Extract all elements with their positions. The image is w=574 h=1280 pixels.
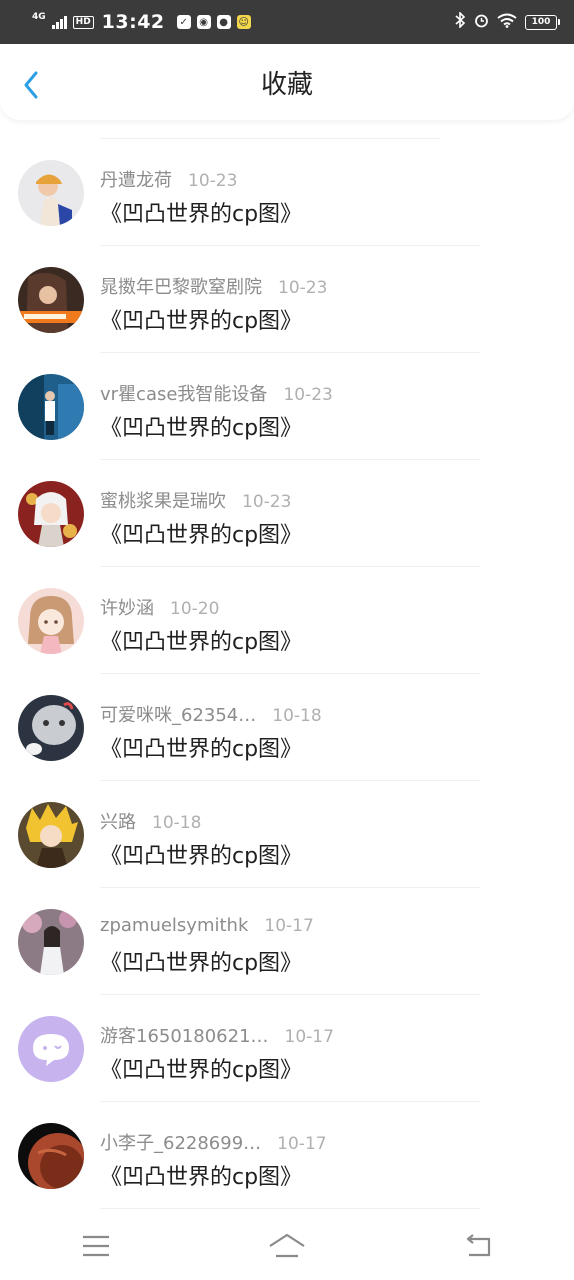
status-time: 13:42 <box>101 11 165 33</box>
chevron-left-icon <box>24 71 38 99</box>
item-title[interactable]: 《凹凸世界的cp图》 <box>100 196 302 228</box>
bluetooth-icon <box>455 11 466 32</box>
avatar[interactable] <box>18 695 84 761</box>
item-date: 10-23 <box>188 171 238 191</box>
wifi-icon <box>497 13 517 32</box>
avatar[interactable] <box>18 267 84 333</box>
item-title[interactable]: 《凹凸世界的cp图》 <box>100 1052 302 1084</box>
network-type: 4G <box>32 11 46 22</box>
game-notification-icon: ◉ <box>196 15 211 29</box>
menu-button[interactable] <box>66 1221 126 1271</box>
app-notification-icon: ☺ <box>236 15 251 29</box>
item-username[interactable]: 丹遭龙荷 <box>100 166 172 192</box>
list-item[interactable]: 兴路 10-18 《凹凸世界的cp图》 <box>0 781 574 888</box>
list-item[interactable]: 可爱咪咪_62354… 10-18 《凹凸世界的cp图》 <box>0 674 574 781</box>
item-date: 10-23 <box>278 278 328 298</box>
home-button[interactable] <box>257 1221 317 1271</box>
list-item[interactable]: 蜜桃浆果是瑞吹 10-23 《凹凸世界的cp图》 <box>0 460 574 567</box>
item-username[interactable]: 晁擞年巴黎歌窒剧院 <box>100 273 262 299</box>
item-date: 10-23 <box>242 492 292 512</box>
item-username[interactable]: 蜜桃浆果是瑞吹 <box>100 487 226 513</box>
item-username[interactable]: 小李子_6228699… <box>100 1129 261 1155</box>
qq-notification-icon: ● <box>216 15 231 29</box>
item-username[interactable]: 游客1650180621… <box>100 1022 269 1048</box>
item-title[interactable]: 《凹凸世界的cp图》 <box>100 517 302 549</box>
avatar[interactable] <box>18 374 84 440</box>
item-title[interactable]: 《凹凸世界的cp图》 <box>100 1159 302 1191</box>
menu-icon <box>82 1235 109 1257</box>
item-date: 10-17 <box>284 1027 334 1047</box>
status-bar: 4G HD 13:42 ✓ ◉ ● ☺ 100 <box>0 0 574 44</box>
item-username[interactable]: zpamuelsymithk <box>100 915 248 936</box>
avatar[interactable] <box>18 160 84 226</box>
list-item[interactable]: zpamuelsymithk 10-17 《凹凸世界的cp图》 <box>0 888 574 995</box>
header: 收藏 <box>0 44 574 120</box>
item-date: 10-18 <box>272 706 322 726</box>
return-icon <box>467 1234 491 1257</box>
item-date: 10-18 <box>152 813 202 833</box>
item-username[interactable]: 兴路 <box>100 808 136 834</box>
list-item[interactable]: 小李子_6228699… 10-17 《凹凸世界的cp图》 <box>0 1102 574 1209</box>
avatar[interactable] <box>18 909 84 975</box>
list-item[interactable]: 晁擞年巴黎歌窒剧院 10-23 《凹凸世界的cp图》 <box>0 246 574 353</box>
avatar[interactable] <box>18 1016 84 1082</box>
item-title[interactable]: 《凹凸世界的cp图》 <box>100 838 302 870</box>
item-username[interactable]: 可爱咪咪_62354… <box>100 701 256 727</box>
divider <box>100 1208 480 1209</box>
back-button[interactable] <box>14 68 48 102</box>
item-title[interactable]: 《凹凸世界的cp图》 <box>100 624 302 656</box>
list-item[interactable]: 丹遭龙荷 10-23 《凹凸世界的cp图》 <box>0 139 574 246</box>
item-date: 10-17 <box>277 1134 327 1154</box>
signal-icon <box>51 15 67 29</box>
avatar[interactable] <box>18 481 84 547</box>
item-title[interactable]: 《凹凸世界的cp图》 <box>100 410 302 442</box>
item-title[interactable]: 《凹凸世界的cp图》 <box>100 945 302 977</box>
alarm-icon <box>474 13 489 32</box>
item-date: 10-17 <box>264 916 314 936</box>
hd-icon: HD <box>72 15 94 29</box>
list-item[interactable]: vr瞿case我智能设备 10-23 《凹凸世界的cp图》 <box>0 353 574 460</box>
item-date: 10-20 <box>170 599 220 619</box>
item-title[interactable]: 《凹凸世界的cp图》 <box>100 303 302 335</box>
system-nav-bar <box>0 1212 574 1280</box>
favorites-list: 丹遭龙荷 10-23 《凹凸世界的cp图》 晁擞年巴黎歌窒剧院 10-23 《凹… <box>0 138 574 1209</box>
check-notification-icon: ✓ <box>176 15 191 29</box>
avatar[interactable] <box>18 1123 84 1189</box>
battery-level: 100 <box>525 14 557 30</box>
avatar[interactable] <box>18 802 84 868</box>
item-username[interactable]: 许妙涵 <box>100 594 154 620</box>
avatar[interactable] <box>18 588 84 654</box>
home-icon <box>269 1233 305 1258</box>
list-item[interactable]: 许妙涵 10-20 《凹凸世界的cp图》 <box>0 567 574 674</box>
item-title[interactable]: 《凹凸世界的cp图》 <box>100 731 302 763</box>
item-username[interactable]: vr瞿case我智能设备 <box>100 380 267 406</box>
battery-icon: 100 <box>525 14 560 30</box>
list-item[interactable]: 游客1650180621… 10-17 《凹凸世界的cp图》 <box>0 995 574 1102</box>
page-title: 收藏 <box>260 69 313 100</box>
return-button[interactable] <box>448 1221 508 1271</box>
item-date: 10-23 <box>283 385 333 405</box>
